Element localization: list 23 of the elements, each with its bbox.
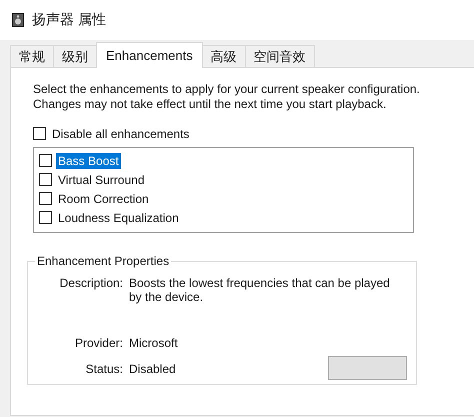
window-title: 扬声器 属性 xyxy=(32,11,106,29)
list-item[interactable]: Loudness Equalization xyxy=(56,210,181,226)
speaker-icon xyxy=(12,13,24,27)
checkbox[interactable] xyxy=(39,173,52,186)
checkbox[interactable] xyxy=(39,154,52,167)
checkbox[interactable] xyxy=(33,127,46,140)
field-label: Provider: xyxy=(74,336,123,350)
field-value: Boosts the lowest frequencies that can be played by the device. xyxy=(129,276,390,304)
checkbox[interactable] xyxy=(39,211,52,224)
tab[interactable]: 常规 xyxy=(10,45,54,67)
group-title: Enhancement Properties xyxy=(35,254,172,268)
list-item[interactable]: Room Correction xyxy=(56,190,151,206)
field-value: Disabled xyxy=(129,362,176,376)
instructions-text: Select the enhancements to apply for your current speaker configuration. Changes may not take effect until the next time you start playback. xyxy=(33,82,421,112)
field-value: Microsoft xyxy=(129,336,178,350)
list-item[interactable]: Bass Boost xyxy=(56,152,121,168)
tab[interactable]: Enhancements xyxy=(96,42,203,68)
field-label: Status: xyxy=(86,362,123,376)
checkbox-label[interactable]: Disable all enhancements xyxy=(50,126,192,142)
checkbox[interactable] xyxy=(39,192,52,205)
list-item[interactable]: Virtual Surround xyxy=(56,172,146,188)
tab[interactable]: 空间音效 xyxy=(244,45,315,67)
field-label: Description: xyxy=(60,276,123,290)
